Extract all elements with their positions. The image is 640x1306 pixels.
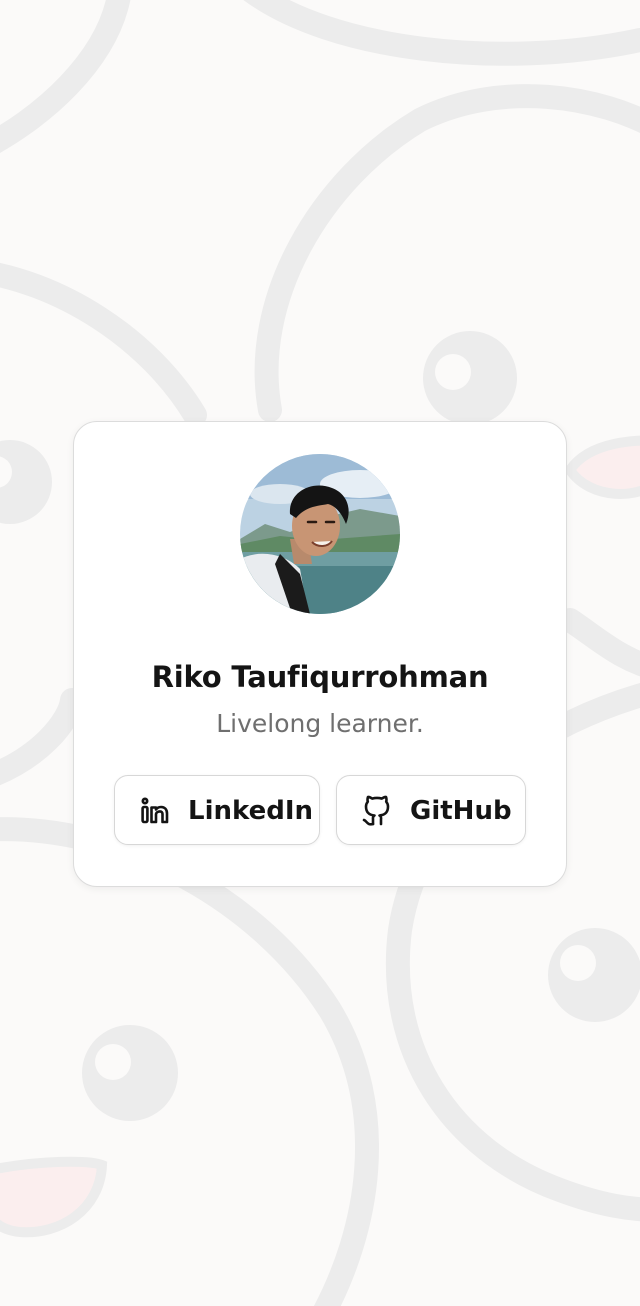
linkedin-button[interactable]: LinkedIn [114,775,320,845]
avatar-photo [240,454,400,614]
profile-name: Riko Taufiqurrohman [151,660,489,694]
profile-card: Riko Taufiqurrohman Livelong learner. Li… [73,421,567,887]
github-button[interactable]: GitHub [336,775,526,845]
profile-tagline: Livelong learner. [216,709,424,738]
avatar [240,454,400,614]
github-label: GitHub [410,796,512,826]
github-icon [362,795,390,826]
linkedin-label: LinkedIn [188,796,314,826]
linkedin-icon [141,797,169,824]
